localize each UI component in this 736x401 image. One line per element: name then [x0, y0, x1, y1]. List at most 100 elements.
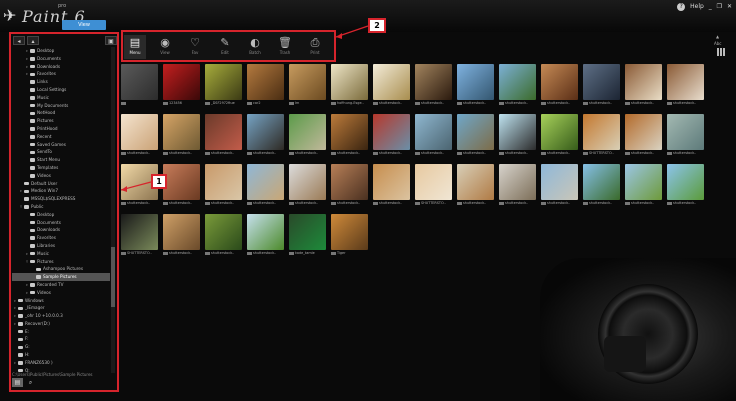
tree-item[interactable]: Favorites	[12, 234, 110, 242]
thumbnail-item[interactable]: shutterstock..	[247, 214, 284, 256]
tree-item[interactable]: ▹ Recorded TV	[12, 281, 110, 289]
tree-item[interactable]: F:	[12, 335, 110, 343]
thumbnail-item[interactable]: shutterstock..	[163, 214, 200, 256]
tree-item[interactable]: Start Menu	[12, 156, 110, 164]
thumbnail-item[interactable]: shutterstock..	[331, 164, 368, 206]
tree-item[interactable]: MSSQL$SQLEXPRESS	[12, 195, 110, 203]
thumbnail-image[interactable]	[289, 114, 326, 150]
thumbnail-image[interactable]	[247, 64, 284, 100]
thumbnail-image[interactable]	[457, 164, 494, 200]
help-icon[interactable]: ?	[677, 3, 686, 11]
tree-item[interactable]: ▹ Music	[12, 250, 110, 258]
thumbnail-image[interactable]	[121, 114, 158, 150]
sidebar-scrollbar[interactable]	[111, 47, 115, 373]
thumbnail-image[interactable]	[247, 164, 284, 200]
thumbnail-image[interactable]	[163, 214, 200, 250]
thumbnail-image[interactable]	[541, 64, 578, 100]
thumbnail-item[interactable]: shutterstock..	[247, 114, 284, 156]
thumbnail-image[interactable]	[331, 114, 368, 150]
close-button[interactable]: ✕	[727, 3, 732, 10]
thumbnail-image[interactable]	[667, 64, 704, 100]
tree-item[interactable]: NetHood	[12, 109, 110, 117]
thumbnail-item[interactable]: shutterstock..	[373, 164, 410, 206]
tree-item[interactable]: ▿ Pictures	[12, 258, 110, 266]
thumbnail-item[interactable]: SHUTTERSTO..	[415, 164, 452, 206]
action-trash-button[interactable]: 🗑 Trash	[274, 35, 296, 59]
thumbnail-image[interactable]	[247, 114, 284, 150]
thumbnail-item[interactable]: shutterstock..	[667, 164, 704, 206]
thumbnail-item[interactable]: shutterstock..	[499, 164, 536, 206]
thumbnail-item[interactable]: shutterstock..	[667, 64, 704, 106]
thumbnail-image[interactable]	[583, 114, 620, 150]
thumbnail-image[interactable]	[583, 64, 620, 100]
thumbnail-item[interactable]: shutterstock..	[541, 114, 578, 156]
thumbnail-image[interactable]	[583, 164, 620, 200]
thumbnail-image[interactable]	[331, 214, 368, 250]
thumbnail-image[interactable]	[289, 164, 326, 200]
thumbnail-image[interactable]	[415, 114, 452, 150]
thumbnail-item[interactable]: shutterstock..	[415, 64, 452, 106]
thumbnail-item[interactable]: shutterstock..	[121, 114, 158, 156]
back-button[interactable]: ◂	[13, 36, 25, 45]
thumbnail-image[interactable]	[499, 64, 536, 100]
tree-item[interactable]: Libraries	[12, 242, 110, 250]
tree-item[interactable]: E:	[12, 328, 110, 336]
thumbnail-item[interactable]: _DSF2972ftue	[205, 64, 242, 106]
thumbnail-image[interactable]	[331, 164, 368, 200]
thumbnail-image[interactable]	[373, 164, 410, 200]
thumbnail-image[interactable]	[667, 114, 704, 150]
thumbnail-image[interactable]	[163, 164, 200, 200]
tree-item[interactable]: Ashampoo Pictures	[12, 265, 110, 273]
action-fav-button[interactable]: ♡ Fav	[184, 35, 206, 59]
thumbnail-item[interactable]: shutterstock..	[541, 164, 578, 206]
thumbnail-image[interactable]	[205, 114, 242, 150]
tree-item[interactable]: ▹ Windows	[12, 297, 110, 305]
thumbnail-item[interactable]: shutterstock..	[415, 114, 452, 156]
thumbnail-image[interactable]	[289, 64, 326, 100]
minimize-button[interactable]: _	[709, 3, 712, 10]
tree-item[interactable]: Local Settings	[12, 86, 110, 94]
tree-item[interactable]: H:	[12, 351, 110, 359]
tree-item[interactable]: Recent	[12, 133, 110, 141]
thumbnail-image[interactable]	[415, 64, 452, 100]
thumbnail-item[interactable]: shutterstock..	[205, 164, 242, 206]
tree-item[interactable]: Links	[12, 78, 110, 86]
tree-item[interactable]: Templates	[12, 164, 110, 172]
thumbnail-image[interactable]	[205, 214, 242, 250]
thumbnail-item[interactable]: hoffnung-Esge..	[331, 64, 368, 106]
tree-item[interactable]: ▹ _IEmager	[12, 304, 110, 312]
thumbnail-image[interactable]	[121, 64, 158, 100]
tree-item[interactable]: ▹ Favorites	[12, 70, 110, 78]
tree-item[interactable]: ▹ Videos	[12, 289, 110, 297]
thumbnail-item[interactable]: shutterstock..	[499, 64, 536, 106]
thumbnail-item[interactable]: shutterstock..	[289, 114, 326, 156]
scrollbar-thumb[interactable]	[111, 247, 115, 307]
thumbnail-item[interactable]: shutterstock..	[205, 114, 242, 156]
restore-button[interactable]: ❐	[717, 3, 722, 10]
tree-item[interactable]: ▹ Downloads	[12, 63, 110, 71]
thumbnail-item[interactable]: shutterstock..	[583, 64, 620, 106]
thumbnail-item[interactable]: shutterstock..	[625, 114, 662, 156]
thumbnail-item[interactable]: shutterstock..	[457, 114, 494, 156]
thumbnail-item[interactable]: kade_tamle	[289, 214, 326, 256]
thumbnail-item[interactable]: shutterstock..	[667, 114, 704, 156]
thumbnail-item[interactable]: Im	[289, 64, 326, 106]
tree-item[interactable]: ▹ _ohr 10 +10.0.0.3	[12, 312, 110, 320]
view-tab[interactable]: View	[62, 20, 106, 30]
grid-view-icon[interactable]	[717, 48, 725, 56]
thumbnail-image[interactable]	[163, 64, 200, 100]
tree-item[interactable]: ▹ Desktop	[12, 47, 110, 55]
thumbnail-item[interactable]: shutterstock..	[373, 64, 410, 106]
thumbnail-image[interactable]	[625, 64, 662, 100]
thumbnail-item[interactable]: car2	[247, 64, 284, 106]
text-size-label[interactable]: Abc	[714, 41, 721, 46]
tree-item[interactable]: ▹ Recover(D:)	[12, 320, 110, 328]
thumbnail-item[interactable]: shutterstock..	[457, 64, 494, 106]
action-batch-button[interactable]: ◐ Batch	[244, 35, 266, 59]
tree-item[interactable]: Downloads	[12, 226, 110, 234]
folder-view-button[interactable]: ▤	[12, 378, 23, 387]
tree-item[interactable]: ▹ Medion Win7	[12, 187, 110, 195]
thumbnail-image[interactable]	[415, 164, 452, 200]
thumbnail-image[interactable]	[457, 64, 494, 100]
tree-item[interactable]: ▿ Public	[12, 203, 110, 211]
